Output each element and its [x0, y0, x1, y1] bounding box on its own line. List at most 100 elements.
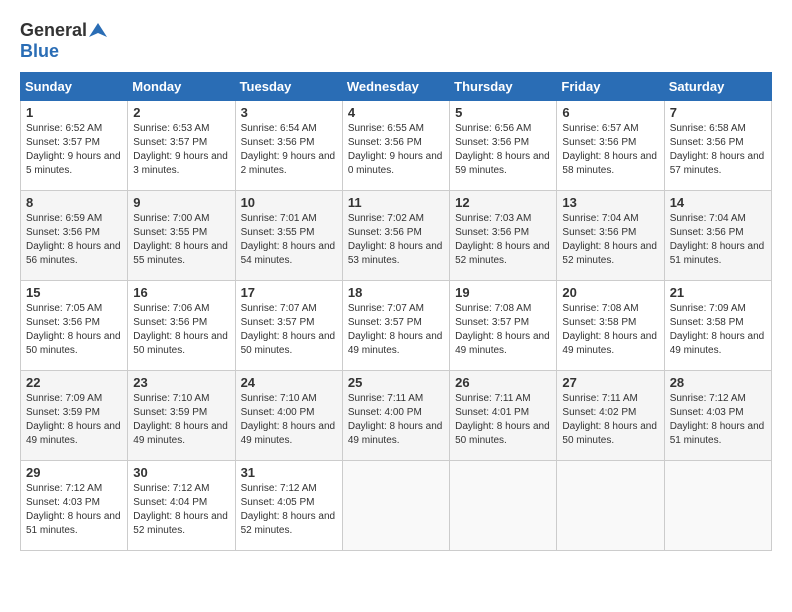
day-cell: 21 Sunrise: 7:09 AMSunset: 3:58 PMDaylig…	[664, 281, 771, 371]
day-number: 12	[455, 195, 551, 210]
day-info: Sunrise: 7:06 AMSunset: 3:56 PMDaylight:…	[133, 303, 228, 356]
day-cell: 8 Sunrise: 6:59 AMSunset: 3:56 PMDayligh…	[21, 191, 128, 281]
header-friday: Friday	[557, 73, 664, 101]
day-cell	[664, 461, 771, 551]
day-cell: 12 Sunrise: 7:03 AMSunset: 3:56 PMDaylig…	[450, 191, 557, 281]
day-info: Sunrise: 7:10 AMSunset: 3:59 PMDaylight:…	[133, 393, 228, 446]
day-cell	[342, 461, 449, 551]
day-cell: 27 Sunrise: 7:11 AMSunset: 4:02 PMDaylig…	[557, 371, 664, 461]
week-row-1: 1 Sunrise: 6:52 AMSunset: 3:57 PMDayligh…	[21, 101, 772, 191]
day-info: Sunrise: 7:04 AMSunset: 3:56 PMDaylight:…	[562, 213, 657, 266]
day-cell	[450, 461, 557, 551]
day-number: 14	[670, 195, 766, 210]
day-cell: 13 Sunrise: 7:04 AMSunset: 3:56 PMDaylig…	[557, 191, 664, 281]
logo-bird-icon	[89, 21, 107, 39]
day-info: Sunrise: 6:57 AMSunset: 3:56 PMDaylight:…	[562, 123, 657, 176]
day-cell: 4 Sunrise: 6:55 AMSunset: 3:56 PMDayligh…	[342, 101, 449, 191]
day-number: 2	[133, 105, 229, 120]
day-number: 23	[133, 375, 229, 390]
day-number: 19	[455, 285, 551, 300]
day-info: Sunrise: 7:00 AMSunset: 3:55 PMDaylight:…	[133, 213, 228, 266]
day-info: Sunrise: 6:56 AMSunset: 3:56 PMDaylight:…	[455, 123, 550, 176]
day-cell: 28 Sunrise: 7:12 AMSunset: 4:03 PMDaylig…	[664, 371, 771, 461]
day-number: 28	[670, 375, 766, 390]
day-info: Sunrise: 7:03 AMSunset: 3:56 PMDaylight:…	[455, 213, 550, 266]
day-cell: 5 Sunrise: 6:56 AMSunset: 3:56 PMDayligh…	[450, 101, 557, 191]
header-tuesday: Tuesday	[235, 73, 342, 101]
day-cell: 31 Sunrise: 7:12 AMSunset: 4:05 PMDaylig…	[235, 461, 342, 551]
day-cell: 10 Sunrise: 7:01 AMSunset: 3:55 PMDaylig…	[235, 191, 342, 281]
week-row-2: 8 Sunrise: 6:59 AMSunset: 3:56 PMDayligh…	[21, 191, 772, 281]
day-number: 18	[348, 285, 444, 300]
day-number: 30	[133, 465, 229, 480]
header-saturday: Saturday	[664, 73, 771, 101]
day-cell: 25 Sunrise: 7:11 AMSunset: 4:00 PMDaylig…	[342, 371, 449, 461]
day-info: Sunrise: 7:12 AMSunset: 4:03 PMDaylight:…	[670, 393, 765, 446]
header-thursday: Thursday	[450, 73, 557, 101]
day-info: Sunrise: 6:55 AMSunset: 3:56 PMDaylight:…	[348, 123, 443, 176]
day-cell: 29 Sunrise: 7:12 AMSunset: 4:03 PMDaylig…	[21, 461, 128, 551]
day-cell: 26 Sunrise: 7:11 AMSunset: 4:01 PMDaylig…	[450, 371, 557, 461]
day-cell: 30 Sunrise: 7:12 AMSunset: 4:04 PMDaylig…	[128, 461, 235, 551]
calendar: SundayMondayTuesdayWednesdayThursdayFrid…	[20, 72, 772, 551]
day-info: Sunrise: 7:11 AMSunset: 4:02 PMDaylight:…	[562, 393, 657, 446]
day-cell: 20 Sunrise: 7:08 AMSunset: 3:58 PMDaylig…	[557, 281, 664, 371]
day-number: 22	[26, 375, 122, 390]
day-cell: 9 Sunrise: 7:00 AMSunset: 3:55 PMDayligh…	[128, 191, 235, 281]
day-number: 29	[26, 465, 122, 480]
day-number: 24	[241, 375, 337, 390]
day-info: Sunrise: 7:08 AMSunset: 3:58 PMDaylight:…	[562, 303, 657, 356]
day-info: Sunrise: 6:58 AMSunset: 3:56 PMDaylight:…	[670, 123, 765, 176]
day-info: Sunrise: 7:07 AMSunset: 3:57 PMDaylight:…	[241, 303, 336, 356]
day-info: Sunrise: 7:09 AMSunset: 3:58 PMDaylight:…	[670, 303, 765, 356]
day-cell: 24 Sunrise: 7:10 AMSunset: 4:00 PMDaylig…	[235, 371, 342, 461]
day-cell: 22 Sunrise: 7:09 AMSunset: 3:59 PMDaylig…	[21, 371, 128, 461]
day-number: 31	[241, 465, 337, 480]
day-number: 21	[670, 285, 766, 300]
logo-blue: Blue	[20, 41, 59, 62]
day-info: Sunrise: 7:12 AMSunset: 4:03 PMDaylight:…	[26, 483, 121, 536]
day-number: 8	[26, 195, 122, 210]
day-number: 7	[670, 105, 766, 120]
day-cell: 1 Sunrise: 6:52 AMSunset: 3:57 PMDayligh…	[21, 101, 128, 191]
day-info: Sunrise: 7:10 AMSunset: 4:00 PMDaylight:…	[241, 393, 336, 446]
day-number: 3	[241, 105, 337, 120]
day-cell: 15 Sunrise: 7:05 AMSunset: 3:56 PMDaylig…	[21, 281, 128, 371]
day-cell: 11 Sunrise: 7:02 AMSunset: 3:56 PMDaylig…	[342, 191, 449, 281]
day-cell: 7 Sunrise: 6:58 AMSunset: 3:56 PMDayligh…	[664, 101, 771, 191]
calendar-header-row: SundayMondayTuesdayWednesdayThursdayFrid…	[21, 73, 772, 101]
day-info: Sunrise: 7:04 AMSunset: 3:56 PMDaylight:…	[670, 213, 765, 266]
day-cell: 23 Sunrise: 7:10 AMSunset: 3:59 PMDaylig…	[128, 371, 235, 461]
logo-general: General	[20, 20, 87, 41]
day-number: 20	[562, 285, 658, 300]
day-cell: 19 Sunrise: 7:08 AMSunset: 3:57 PMDaylig…	[450, 281, 557, 371]
week-row-5: 29 Sunrise: 7:12 AMSunset: 4:03 PMDaylig…	[21, 461, 772, 551]
day-info: Sunrise: 6:54 AMSunset: 3:56 PMDaylight:…	[241, 123, 336, 176]
day-info: Sunrise: 7:01 AMSunset: 3:55 PMDaylight:…	[241, 213, 336, 266]
day-number: 27	[562, 375, 658, 390]
day-number: 25	[348, 375, 444, 390]
logo: General Blue	[20, 20, 107, 62]
day-info: Sunrise: 7:09 AMSunset: 3:59 PMDaylight:…	[26, 393, 121, 446]
day-number: 11	[348, 195, 444, 210]
day-number: 1	[26, 105, 122, 120]
week-row-4: 22 Sunrise: 7:09 AMSunset: 3:59 PMDaylig…	[21, 371, 772, 461]
day-number: 6	[562, 105, 658, 120]
day-cell: 18 Sunrise: 7:07 AMSunset: 3:57 PMDaylig…	[342, 281, 449, 371]
day-cell: 17 Sunrise: 7:07 AMSunset: 3:57 PMDaylig…	[235, 281, 342, 371]
header-wednesday: Wednesday	[342, 73, 449, 101]
day-cell: 3 Sunrise: 6:54 AMSunset: 3:56 PMDayligh…	[235, 101, 342, 191]
day-number: 4	[348, 105, 444, 120]
day-info: Sunrise: 7:11 AMSunset: 4:01 PMDaylight:…	[455, 393, 550, 446]
day-info: Sunrise: 7:08 AMSunset: 3:57 PMDaylight:…	[455, 303, 550, 356]
day-info: Sunrise: 7:11 AMSunset: 4:00 PMDaylight:…	[348, 393, 443, 446]
day-info: Sunrise: 6:53 AMSunset: 3:57 PMDaylight:…	[133, 123, 228, 176]
header-monday: Monday	[128, 73, 235, 101]
header: General Blue	[20, 20, 772, 62]
header-sunday: Sunday	[21, 73, 128, 101]
day-info: Sunrise: 7:07 AMSunset: 3:57 PMDaylight:…	[348, 303, 443, 356]
day-info: Sunrise: 6:52 AMSunset: 3:57 PMDaylight:…	[26, 123, 121, 176]
day-number: 13	[562, 195, 658, 210]
day-number: 26	[455, 375, 551, 390]
day-number: 5	[455, 105, 551, 120]
